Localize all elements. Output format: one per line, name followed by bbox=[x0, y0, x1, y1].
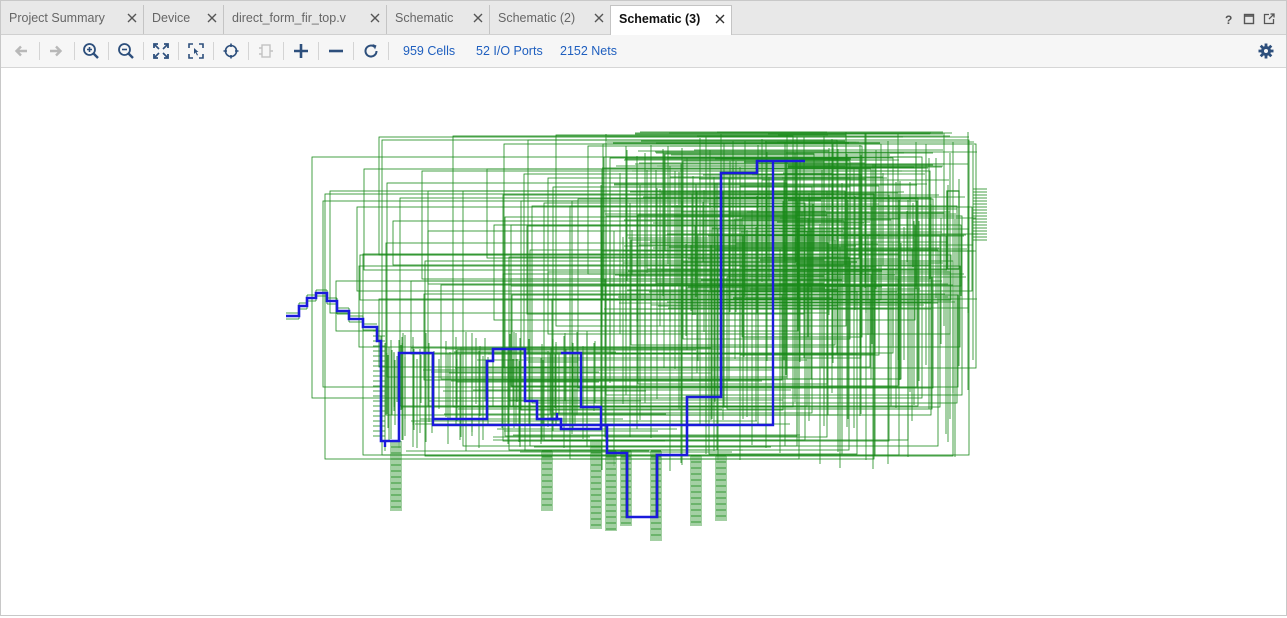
net-group bbox=[286, 131, 987, 541]
tab-label: direct_form_fir_top.v bbox=[232, 11, 346, 25]
tab-label: Project Summary bbox=[9, 11, 105, 25]
close-icon[interactable] bbox=[370, 13, 380, 23]
schematic-canvas[interactable] bbox=[1, 68, 1286, 615]
tab-device[interactable]: Device bbox=[144, 5, 224, 34]
toolbar-divider bbox=[318, 42, 319, 60]
back-icon[interactable] bbox=[12, 42, 30, 60]
toolbar-divider bbox=[353, 42, 354, 60]
schematic-window: Project Summary Device direct_form_fir_t… bbox=[0, 0, 1287, 616]
tab-project-summary[interactable]: Project Summary bbox=[1, 5, 144, 34]
tab-schematic[interactable]: Schematic bbox=[387, 5, 490, 34]
toolbar-divider bbox=[39, 42, 40, 60]
schematic-diagram[interactable] bbox=[1, 68, 1286, 615]
tab-schematic-3[interactable]: Schematic (3) bbox=[610, 5, 732, 35]
zoom-in-icon[interactable] bbox=[82, 42, 100, 60]
toolbar-divider bbox=[388, 42, 389, 60]
toolbar-divider bbox=[248, 42, 249, 60]
tab-label: Device bbox=[152, 11, 191, 25]
toolbar-divider bbox=[283, 42, 284, 60]
schematic-toolbar: 959 Cells 52 I/O Ports 2152 Nets bbox=[1, 35, 1286, 68]
refresh-icon[interactable] bbox=[362, 42, 380, 60]
tab-label: Schematic bbox=[395, 11, 454, 25]
svg-text:?: ? bbox=[1225, 13, 1232, 25]
float-icon[interactable] bbox=[1263, 13, 1275, 25]
close-icon[interactable] bbox=[207, 13, 217, 23]
close-icon[interactable] bbox=[127, 13, 137, 23]
gear-icon[interactable] bbox=[1257, 42, 1275, 60]
tab-label: Schematic (3) bbox=[619, 12, 701, 26]
expand-icon[interactable] bbox=[292, 42, 310, 60]
toolbar-divider bbox=[178, 42, 179, 60]
close-icon[interactable] bbox=[473, 13, 483, 23]
close-icon[interactable] bbox=[715, 14, 725, 24]
maximize-icon[interactable] bbox=[1243, 13, 1255, 25]
close-icon[interactable] bbox=[594, 13, 604, 23]
toolbar-divider bbox=[213, 42, 214, 60]
help-icon[interactable]: ? bbox=[1223, 13, 1235, 27]
select-icon[interactable] bbox=[222, 42, 240, 60]
tab-schematic-2[interactable]: Schematic (2) bbox=[490, 5, 611, 34]
fit-icon[interactable] bbox=[152, 42, 170, 60]
collapse-icon[interactable] bbox=[327, 42, 345, 60]
zoom-out-icon[interactable] bbox=[117, 42, 135, 60]
tab-direct-form-fir-top[interactable]: direct_form_fir_top.v bbox=[224, 5, 387, 34]
tab-bar: Project Summary Device direct_form_fir_t… bbox=[1, 1, 1286, 35]
toolbar-divider bbox=[143, 42, 144, 60]
zoom-area-icon[interactable] bbox=[187, 42, 205, 60]
toolbar-divider bbox=[74, 42, 75, 60]
cell-icon[interactable] bbox=[257, 42, 275, 60]
forward-icon[interactable] bbox=[47, 42, 65, 60]
tab-label: Schematic (2) bbox=[498, 11, 576, 25]
toolbar-divider bbox=[108, 42, 109, 60]
cells-count-link[interactable]: 959 Cells bbox=[403, 44, 455, 58]
io-ports-count-link[interactable]: 52 I/O Ports bbox=[476, 44, 543, 58]
nets-count-link[interactable]: 2152 Nets bbox=[560, 44, 617, 58]
